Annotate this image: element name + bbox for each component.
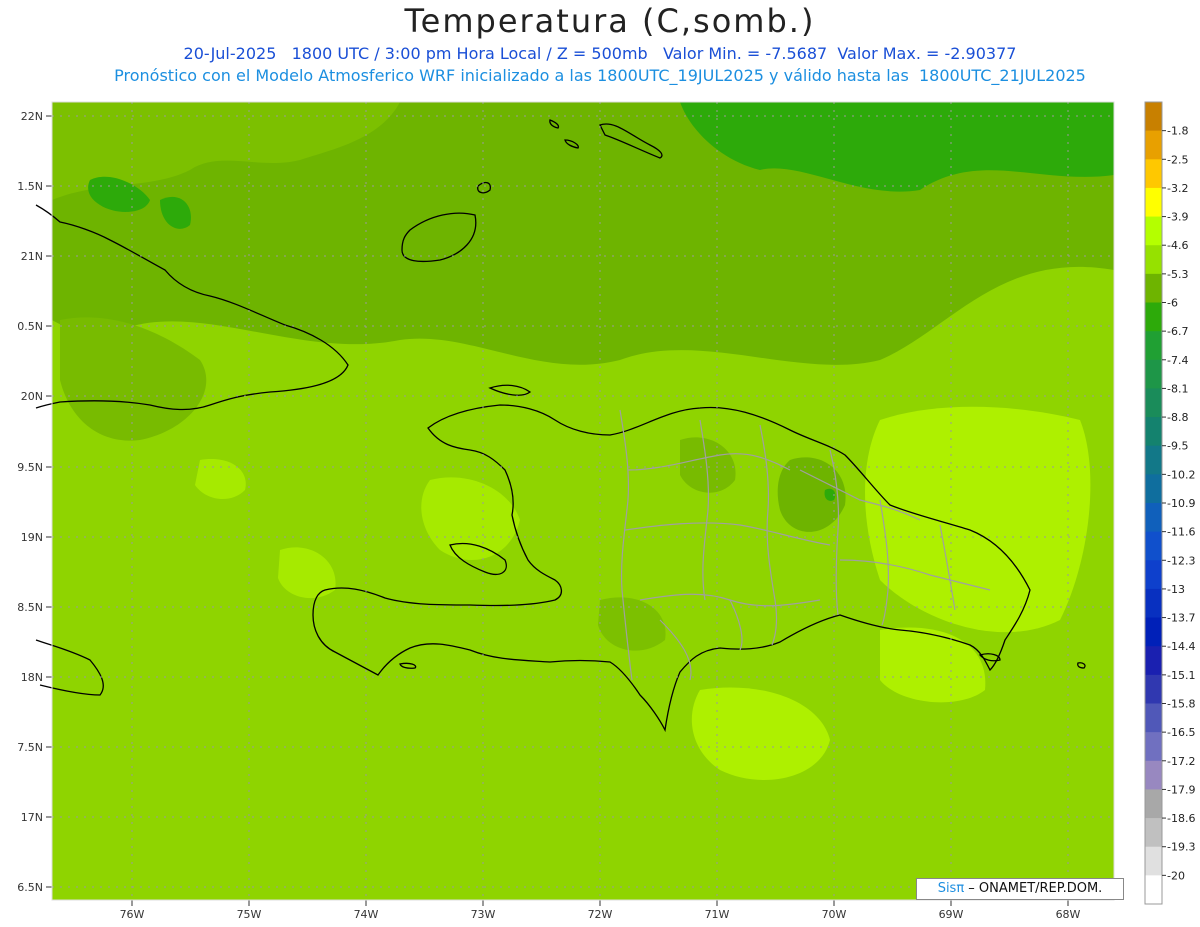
legend-swatch: [1145, 846, 1162, 876]
temperature-field: [52, 102, 1114, 900]
legend-label: -13: [1167, 583, 1185, 596]
legend-swatch: [1145, 789, 1162, 819]
lon-label: 69W: [939, 908, 964, 921]
legend-label: -14.4: [1167, 640, 1195, 653]
legend-label: -15.8: [1167, 698, 1195, 711]
legend-swatch: [1145, 187, 1162, 218]
legend-label: -19.3: [1167, 841, 1195, 854]
lat-label: 20N: [21, 390, 43, 403]
legend-label: -6.7: [1167, 325, 1188, 338]
lon-label: 71W: [705, 908, 730, 921]
lon-label: 72W: [588, 908, 613, 921]
lat-label: 18N: [21, 671, 43, 684]
lat-label: 0.5N: [17, 320, 43, 333]
lon-axis: 76W 75W 74W 73W 72W 71W 70W 69W 68W: [120, 900, 1081, 921]
lat-label: 19N: [21, 531, 43, 544]
legend-swatch: [1145, 245, 1162, 275]
legend-label: -12.3: [1167, 554, 1195, 567]
legend-swatch: [1145, 646, 1162, 676]
credit-text: – ONAMET/REP.DOM.: [964, 881, 1103, 896]
legend-label: -17.2: [1167, 755, 1195, 768]
lat-label: 1.5N: [17, 180, 43, 193]
legend-swatch: [1145, 588, 1162, 619]
lat-label: 6.5N: [17, 881, 43, 894]
legend-label: -4.6: [1167, 239, 1188, 252]
legend-label: -7.4: [1167, 354, 1188, 367]
legend-swatch: [1145, 359, 1162, 389]
lon-label: 73W: [471, 908, 496, 921]
legend-swatch: [1145, 273, 1162, 303]
lat-label: 7.5N: [17, 741, 43, 754]
legend-swatch: [1145, 732, 1162, 762]
sispi-logo: Sisπ: [937, 881, 965, 896]
legend-swatch: [1145, 102, 1162, 132]
legend-label: -10.2: [1167, 468, 1195, 481]
legend-label: -15.1: [1167, 669, 1195, 682]
legend-swatch: [1145, 617, 1162, 647]
legend-label: -3.2: [1167, 182, 1188, 195]
legend-swatch: [1145, 216, 1162, 246]
legend-swatch: [1145, 818, 1162, 848]
lat-label: 8.5N: [17, 601, 43, 614]
legend-label: -13.7: [1167, 612, 1195, 625]
legend-swatch: [1145, 445, 1162, 475]
legend-label: -10.9: [1167, 497, 1195, 510]
color-legend: -1.8 -2.5 -3.2 -3.9 -4.6 -5.3 -6 -6.7 -7.4 -8.1 -8…: [1144, 101, 1195, 905]
legend-swatch: [1145, 302, 1162, 332]
legend-swatch: [1145, 417, 1162, 447]
legend-swatch: [1145, 875, 1162, 905]
lon-label: 70W: [822, 908, 847, 921]
legend-swatch: [1145, 503, 1162, 533]
lat-axis: 22N 1.5N 21N 0.5N 20N 9.5N 19N 8.5N 18N …: [17, 110, 52, 894]
legend-swatch: [1145, 331, 1162, 361]
lon-label: 68W: [1056, 908, 1081, 921]
lon-label: 76W: [120, 908, 145, 921]
lon-label: 75W: [237, 908, 262, 921]
temperature-map: 22N 1.5N 21N 0.5N 20N 9.5N 19N 8.5N 18N …: [17, 101, 1195, 921]
legend-swatch: [1145, 388, 1162, 418]
legend-swatch: [1145, 703, 1162, 733]
legend-swatch: [1145, 159, 1162, 189]
legend-label: -2.5: [1167, 153, 1188, 166]
lon-label: 74W: [354, 908, 379, 921]
legend-label: -8.8: [1167, 411, 1188, 424]
legend-label: -18.6: [1167, 812, 1195, 825]
legend-label: -16.5: [1167, 726, 1195, 739]
legend-label: -3.9: [1167, 211, 1188, 224]
lat-label: 21N: [21, 250, 43, 263]
legend-label: -8.1: [1167, 382, 1188, 395]
legend-swatch: [1145, 474, 1162, 504]
legend-swatch: [1145, 760, 1162, 790]
lat-label: 9.5N: [17, 461, 43, 474]
credit-box: Sisπ – ONAMET/REP.DOM.: [916, 878, 1124, 900]
legend-label: -6: [1167, 297, 1178, 310]
legend-label: -9.5: [1167, 440, 1188, 453]
legend-label: -5.3: [1167, 268, 1188, 281]
legend-label: -17.9: [1167, 783, 1195, 796]
legend-swatch: [1145, 130, 1162, 160]
legend-label: -11.6: [1167, 526, 1195, 539]
legend-label: -1.8: [1167, 125, 1188, 138]
lat-label: 22N: [21, 110, 43, 123]
lat-label: 17N: [21, 811, 43, 824]
legend-label: -20: [1167, 869, 1185, 882]
legend-swatch: [1145, 531, 1162, 561]
legend-swatch: [1145, 674, 1162, 704]
legend-swatch: [1145, 560, 1162, 590]
